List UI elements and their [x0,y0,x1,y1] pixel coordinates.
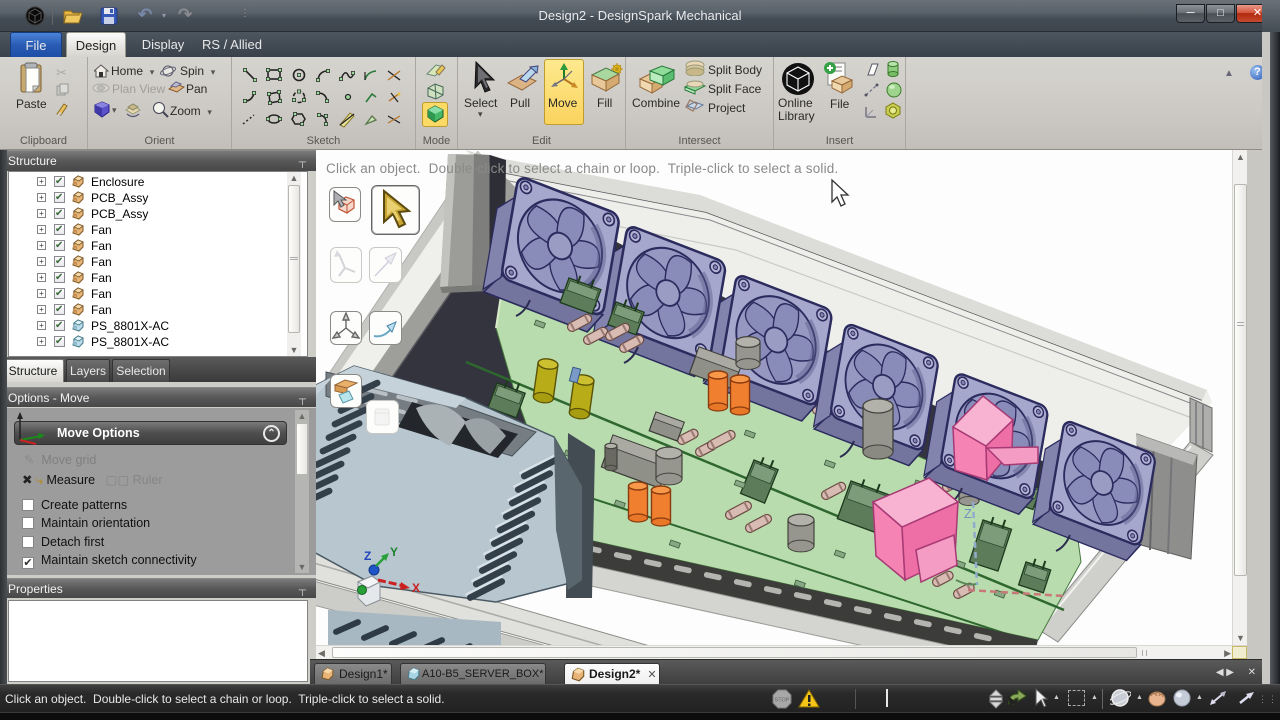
svg-text:Y: Y [390,545,398,559]
svg-text:Z: Z [964,506,972,521]
svg-text:STOP: STOP [775,698,790,704]
svg-text:Z: Z [364,549,371,563]
svg-text:X: X [412,581,420,595]
